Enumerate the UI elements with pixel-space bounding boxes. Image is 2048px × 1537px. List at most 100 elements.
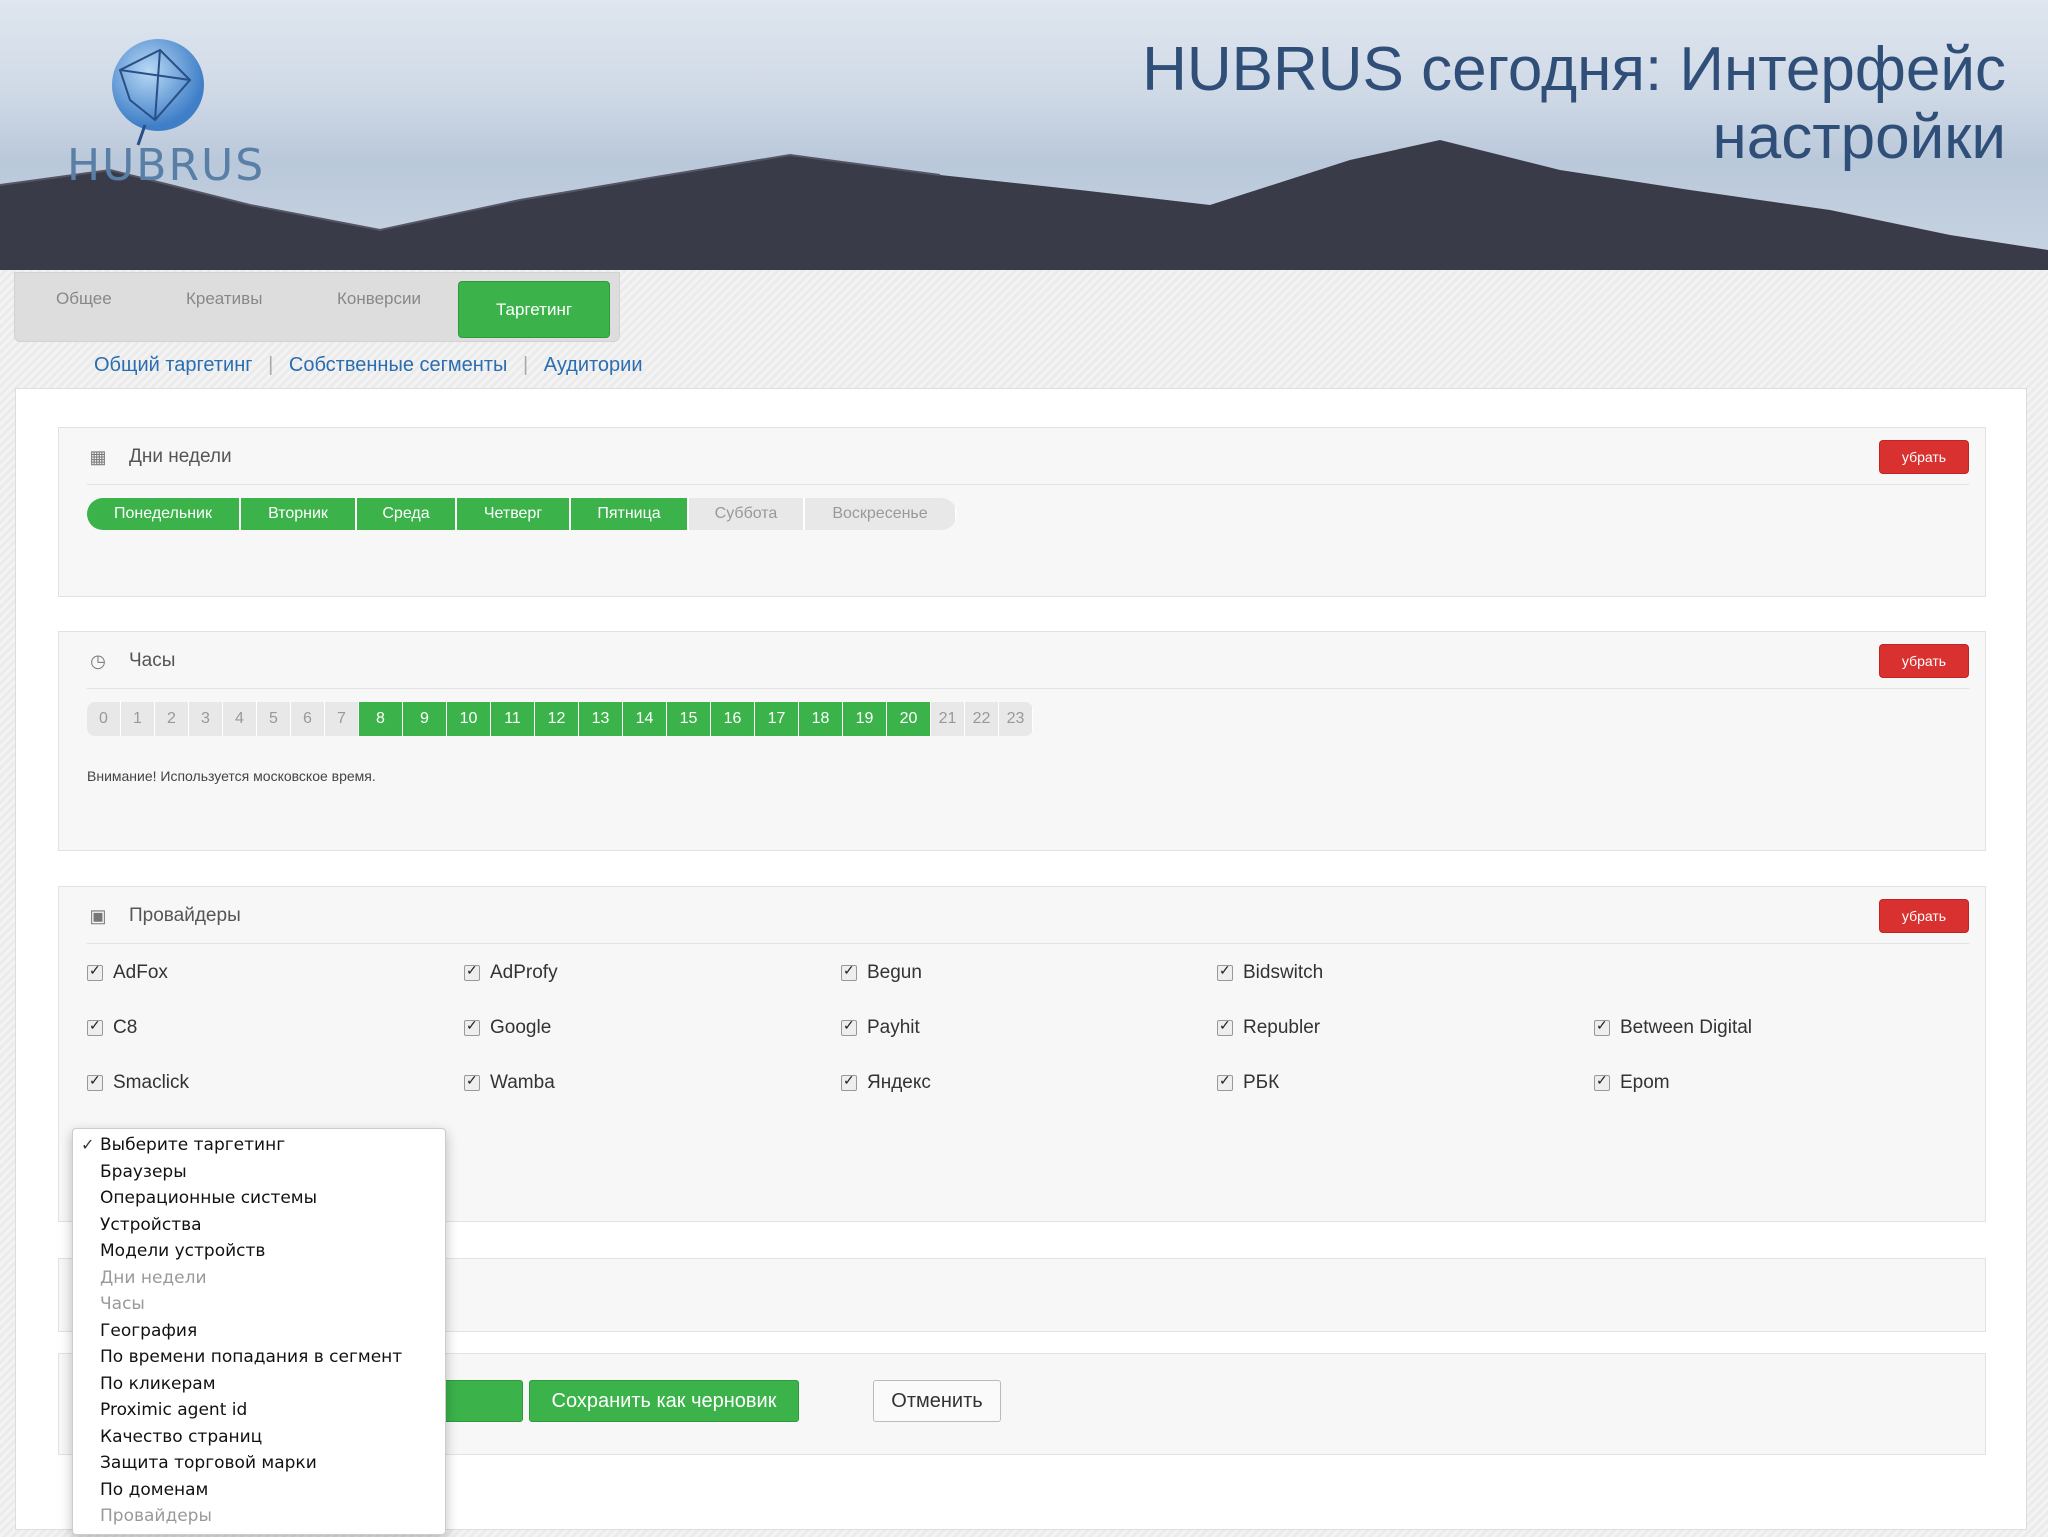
- checkbox-checked-icon[interactable]: [1594, 1017, 1610, 1036]
- tab-conversions[interactable]: Конверсии: [337, 289, 421, 309]
- hour-toggle[interactable]: 0: [87, 702, 121, 736]
- provider-checkbox[interactable]: Begun: [841, 962, 922, 984]
- menu-item[interactable]: Защита торговой марки: [100, 1453, 317, 1473]
- menu-item[interactable]: Браузеры: [100, 1162, 187, 1182]
- weekdays-title: Дни недели: [129, 446, 232, 467]
- menu-item[interactable]: Операционные системы: [100, 1188, 317, 1208]
- provider-label: AdFox: [113, 962, 168, 983]
- cancel-button[interactable]: Отменить: [873, 1380, 1001, 1422]
- provider-checkbox[interactable]: РБК: [1217, 1072, 1279, 1094]
- day-toggle[interactable]: Пятница: [571, 498, 689, 530]
- targeting-subnav: Общий таргетинг | Собственные сегменты |…: [94, 354, 653, 377]
- provider-checkbox[interactable]: Epom: [1594, 1072, 1670, 1094]
- checkbox-checked-icon[interactable]: [464, 962, 480, 981]
- menu-item[interactable]: Proximic agent id: [100, 1400, 247, 1420]
- menu-item[interactable]: Выберите таргетинг: [100, 1135, 285, 1155]
- weekday-toggle-group: Понедельник Вторник Среда Четверг Пятниц…: [87, 498, 957, 530]
- hour-toggle[interactable]: 6: [291, 702, 325, 736]
- hour-toggle[interactable]: 11: [491, 702, 535, 736]
- provider-checkbox[interactable]: Wamba: [464, 1072, 555, 1094]
- provider-label: Smaclick: [113, 1072, 190, 1093]
- hour-toggle[interactable]: 19: [843, 702, 887, 736]
- link-audiences[interactable]: Аудитории: [544, 354, 643, 376]
- checkbox-checked-icon[interactable]: [841, 1072, 857, 1091]
- hour-toggle[interactable]: 3: [189, 702, 223, 736]
- tab-targeting[interactable]: Таргетинг: [458, 281, 610, 338]
- provider-label: Google: [490, 1017, 552, 1038]
- hour-toggle[interactable]: 7: [325, 702, 359, 736]
- provider-checkbox[interactable]: Payhit: [841, 1017, 920, 1039]
- provider-checkbox[interactable]: Яндекс: [841, 1072, 931, 1094]
- hour-toggle[interactable]: 1: [121, 702, 155, 736]
- checkbox-checked-icon[interactable]: [87, 1072, 103, 1091]
- provider-checkbox[interactable]: Republer: [1217, 1017, 1320, 1039]
- calendar-icon: ▦: [89, 446, 107, 467]
- checkbox-checked-icon[interactable]: [87, 1017, 103, 1036]
- menu-item[interactable]: Модели устройств: [100, 1241, 265, 1261]
- provider-checkbox[interactable]: Bidswitch: [1217, 962, 1323, 984]
- hour-toggle[interactable]: 13: [579, 702, 623, 736]
- targeting-select-menu[interactable]: ✓ Выберите таргетинг Браузеры Операционные …: [72, 1128, 446, 1535]
- day-toggle[interactable]: Четверг: [457, 498, 571, 530]
- checkbox-checked-icon[interactable]: [1217, 962, 1233, 981]
- day-toggle[interactable]: Воскресенье: [805, 498, 957, 530]
- checkbox-checked-icon[interactable]: [1217, 1017, 1233, 1036]
- weekdays-panel: ▦ Дни недели убрать Понедельник Вторник …: [58, 427, 1986, 597]
- remove-hours-button[interactable]: убрать: [1879, 644, 1969, 678]
- link-general-targeting[interactable]: Общий таргетинг: [94, 354, 253, 376]
- hour-toggle[interactable]: 18: [799, 702, 843, 736]
- menu-item[interactable]: По доменам: [100, 1480, 208, 1500]
- hour-toggle[interactable]: 2: [155, 702, 189, 736]
- menu-item[interactable]: По времени попадания в сегмент: [100, 1347, 402, 1367]
- menu-item[interactable]: География: [100, 1321, 197, 1341]
- hour-toggle[interactable]: 14: [623, 702, 667, 736]
- hour-toggle[interactable]: 20: [887, 702, 931, 736]
- checkbox-checked-icon[interactable]: [1594, 1072, 1610, 1091]
- providers-header: ▣ Провайдеры: [87, 905, 240, 927]
- day-toggle[interactable]: Вторник: [241, 498, 357, 530]
- provider-checkbox[interactable]: Smaclick: [87, 1072, 189, 1094]
- hour-toggle[interactable]: 15: [667, 702, 711, 736]
- menu-item[interactable]: По кликерам: [100, 1374, 216, 1394]
- hour-toggle[interactable]: 10: [447, 702, 491, 736]
- tab-general[interactable]: Общее: [56, 289, 112, 309]
- timezone-note: Внимание! Используется московское время.: [87, 768, 376, 784]
- day-toggle[interactable]: Суббота: [689, 498, 805, 530]
- day-toggle[interactable]: Среда: [357, 498, 457, 530]
- menu-item[interactable]: Устройства: [100, 1215, 202, 1235]
- hour-toggle[interactable]: 4: [223, 702, 257, 736]
- checkbox-checked-icon[interactable]: [841, 1017, 857, 1036]
- divider: [87, 688, 1969, 689]
- hour-toggle[interactable]: 12: [535, 702, 579, 736]
- hour-toggle[interactable]: 22: [965, 702, 999, 736]
- link-own-segments[interactable]: Собственные сегменты: [289, 354, 508, 376]
- remove-providers-button[interactable]: убрать: [1879, 899, 1969, 933]
- menu-item: Провайдеры: [100, 1506, 212, 1526]
- provider-checkbox[interactable]: Google: [464, 1017, 551, 1039]
- menu-item[interactable]: Качество страниц: [100, 1427, 262, 1447]
- checkbox-checked-icon[interactable]: [1217, 1072, 1233, 1091]
- hour-toggle[interactable]: 21: [931, 702, 965, 736]
- day-toggle[interactable]: Понедельник: [87, 498, 241, 530]
- hour-toggle[interactable]: 5: [257, 702, 291, 736]
- remove-weekdays-button[interactable]: убрать: [1879, 440, 1969, 474]
- save-draft-button[interactable]: Сохранить как черновик: [529, 1380, 799, 1422]
- provider-label: Wamba: [490, 1072, 555, 1093]
- provider-checkbox[interactable]: AdFox: [87, 962, 168, 984]
- hour-toggle[interactable]: 9: [403, 702, 447, 736]
- provider-checkbox[interactable]: C8: [87, 1017, 137, 1039]
- provider-label: Bidswitch: [1243, 962, 1324, 983]
- checkbox-checked-icon[interactable]: [841, 962, 857, 981]
- subnav-separator: |: [268, 354, 274, 376]
- hour-toggle[interactable]: 17: [755, 702, 799, 736]
- provider-checkbox[interactable]: Between Digital: [1594, 1017, 1752, 1039]
- checkbox-checked-icon[interactable]: [464, 1017, 480, 1036]
- checkbox-checked-icon[interactable]: [87, 962, 103, 981]
- hour-toggle[interactable]: 16: [711, 702, 755, 736]
- hours-title: Часы: [129, 650, 176, 671]
- tab-creatives[interactable]: Креативы: [186, 289, 262, 309]
- checkbox-checked-icon[interactable]: [464, 1072, 480, 1091]
- hour-toggle[interactable]: 8: [359, 702, 403, 736]
- provider-checkbox[interactable]: AdProfy: [464, 962, 558, 984]
- hour-toggle[interactable]: 23: [999, 702, 1033, 736]
